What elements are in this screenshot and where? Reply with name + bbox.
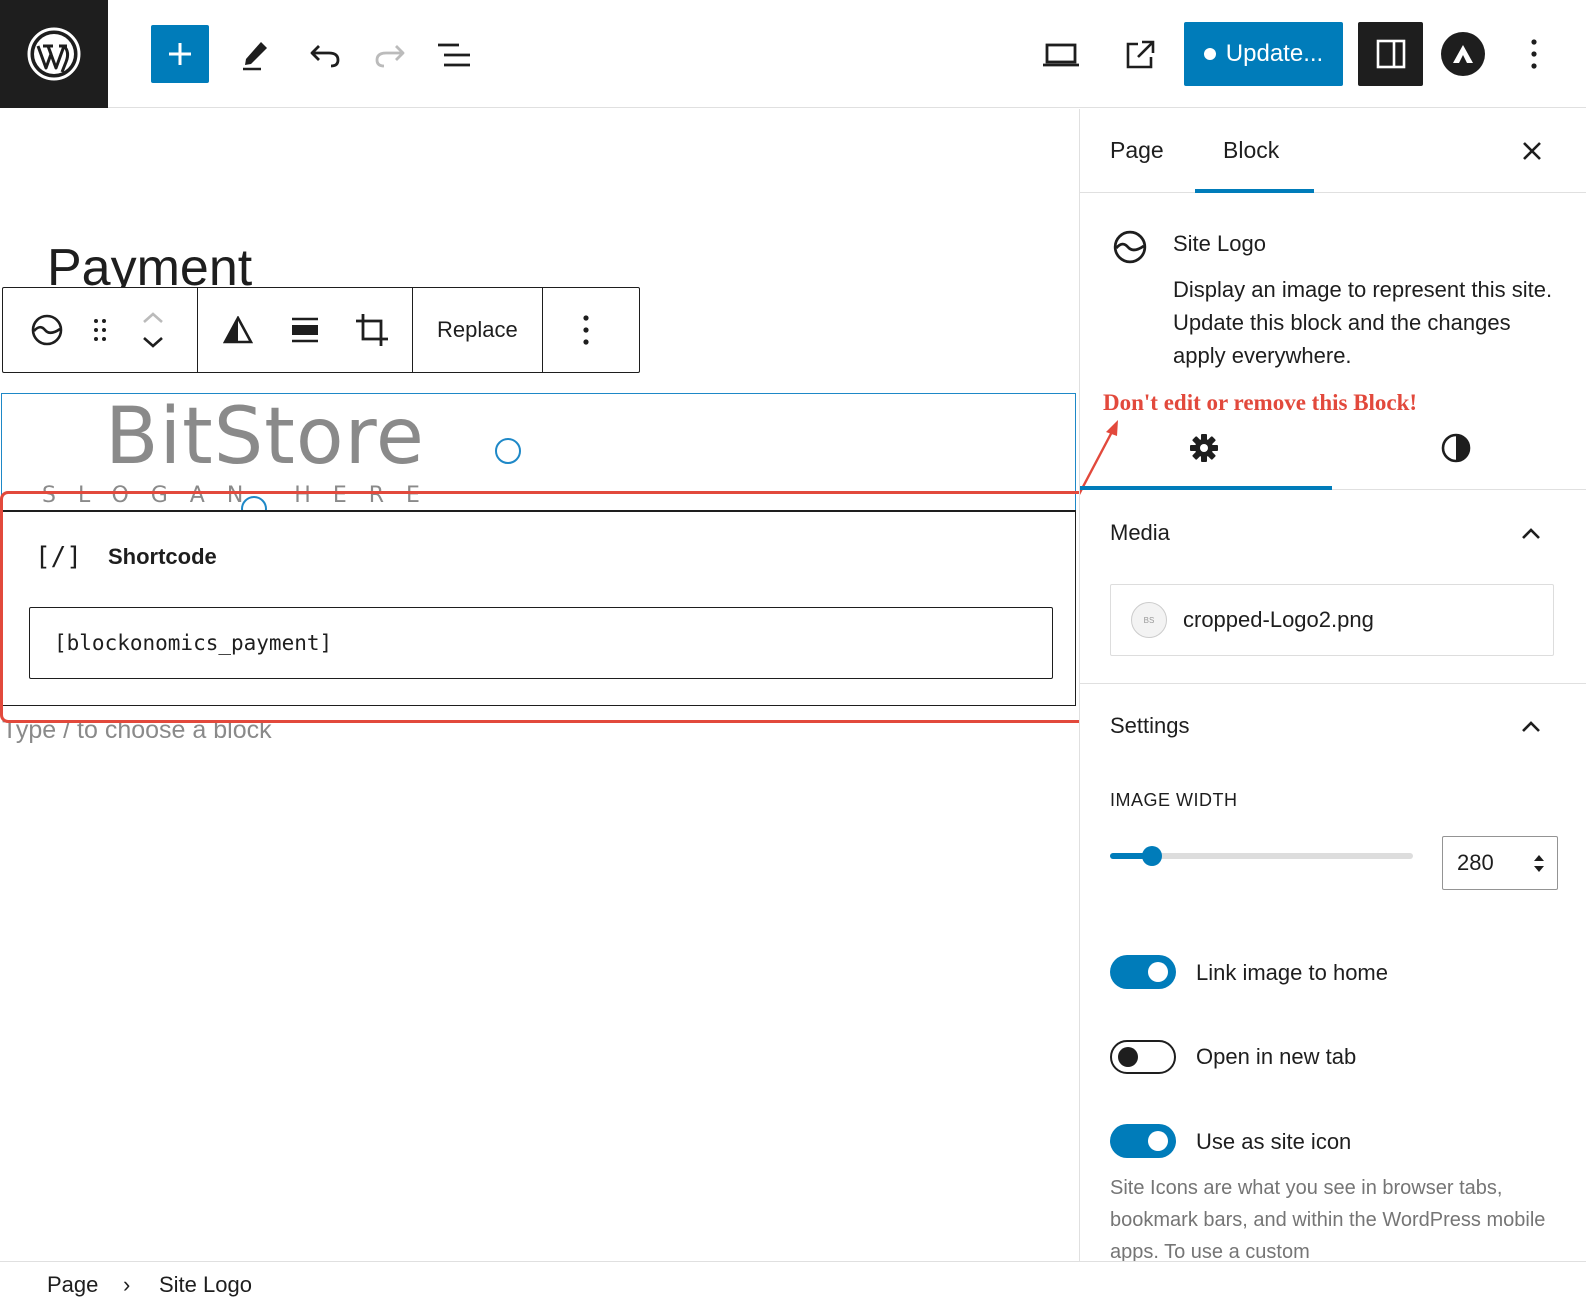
- view-site-button[interactable]: [1118, 33, 1162, 77]
- tab-page[interactable]: Page: [1110, 137, 1164, 164]
- block-card-title: Site Logo: [1173, 231, 1266, 256]
- use-as-site-icon-toggle[interactable]: [1110, 1124, 1176, 1158]
- annotation-highlight-box: [0, 491, 1079, 723]
- image-width-slider[interactable]: [1110, 846, 1413, 866]
- more-vertical-icon: [1531, 39, 1537, 69]
- align-icon: [291, 317, 318, 343]
- link-image-to-home-toggle[interactable]: [1110, 955, 1176, 989]
- saving-indicator: [1203, 48, 1216, 60]
- settings-panel-title[interactable]: Settings: [1110, 713, 1190, 739]
- block-toolbar-group-replace: Replace: [413, 288, 543, 372]
- number-spinner[interactable]: [1533, 854, 1545, 873]
- block-options-button[interactable]: [583, 288, 589, 372]
- image-width-value: 280: [1457, 850, 1494, 875]
- image-width-label: IMAGE WIDTH: [1110, 790, 1238, 810]
- chevron-up-icon[interactable]: [1519, 715, 1543, 739]
- redo-button[interactable]: [370, 35, 410, 75]
- breadcrumb-separator: ›: [123, 1272, 131, 1297]
- toggle-knob: [1148, 962, 1168, 982]
- slider-thumb[interactable]: [1142, 846, 1162, 866]
- list-view-button[interactable]: [434, 35, 474, 75]
- crop-icon: [356, 314, 389, 346]
- settings-sidebar-toggle[interactable]: [1358, 22, 1423, 86]
- device-preview-button[interactable]: [1039, 35, 1083, 75]
- redo-icon: [375, 45, 405, 68]
- site-icon-help-text: Site Icons are what you see in browser t…: [1110, 1177, 1546, 1261]
- align-button[interactable]: [275, 288, 335, 372]
- options-menu-button[interactable]: [1519, 34, 1549, 74]
- external-link-icon: [1126, 40, 1155, 69]
- styles-tab[interactable]: [1440, 432, 1476, 468]
- media-file-name: cropped-Logo2.png: [1183, 607, 1374, 632]
- duotone-button[interactable]: [208, 288, 268, 372]
- list-view-icon: [438, 43, 470, 67]
- chevron-up-icon[interactable]: [1519, 522, 1543, 546]
- update-button[interactable]: Update...: [1184, 22, 1343, 86]
- breadcrumb-item-site-logo[interactable]: Site Logo: [159, 1272, 252, 1298]
- sidebar-icon: [1376, 39, 1405, 69]
- panel-divider: [1080, 683, 1586, 684]
- link-image-to-home-label: Link image to home: [1196, 960, 1388, 985]
- toggle-knob: [1148, 1131, 1168, 1151]
- drag-handle[interactable]: [91, 288, 109, 372]
- replace-button[interactable]: Replace: [413, 288, 542, 372]
- active-subtab-indicator: [1080, 486, 1332, 490]
- editor-header: Update...: [0, 0, 1586, 108]
- sidebar-tabs: Page Block: [1080, 109, 1586, 193]
- wordpress-logo-button[interactable]: [0, 0, 108, 108]
- block-toolbar-group-parent: [3, 288, 198, 372]
- editor-canvas: Payment BitStore SLOGAN HERE Replace [/]…: [0, 109, 1079, 1261]
- open-in-new-tab-toggle[interactable]: [1110, 1040, 1176, 1074]
- site-logo-icon: [31, 314, 63, 346]
- block-breadcrumb: Page › Site Logo: [0, 1261, 1586, 1306]
- breadcrumb-item-page[interactable]: Page: [47, 1272, 98, 1298]
- desktop-icon: [1043, 43, 1079, 67]
- duotone-icon: [222, 316, 253, 344]
- astra-settings-button[interactable]: [1441, 32, 1485, 76]
- block-card-description: Display an image to represent this site.…: [1173, 277, 1553, 368]
- drag-handle-icon: [94, 319, 106, 341]
- media-thumbnail: BS: [1131, 602, 1167, 638]
- site-logo-icon: [1113, 230, 1147, 264]
- spin-down-icon[interactable]: [1533, 865, 1545, 873]
- active-tab-indicator: [1195, 189, 1314, 193]
- media-replace-control[interactable]: BS cropped-Logo2.png: [1110, 584, 1554, 656]
- image-width-input[interactable]: 280: [1442, 836, 1558, 890]
- close-icon: [1523, 142, 1541, 160]
- media-panel-title[interactable]: Media: [1110, 520, 1170, 546]
- annotation-text: Don't edit or remove this Block!: [1103, 390, 1418, 415]
- site-logo-text: BitStore: [105, 392, 425, 482]
- settings-icon: [1190, 434, 1218, 462]
- wordpress-site-editor: Update... Payment BitStore SLOGAN HERE R…: [0, 0, 1586, 1306]
- block-movers: [109, 288, 197, 372]
- block-inserter-button[interactable]: [151, 25, 209, 83]
- settings-sidebar: Page Block Site Logo Display an image to…: [1079, 109, 1586, 1261]
- block-type-button[interactable]: [3, 288, 91, 372]
- more-vertical-icon: [583, 315, 589, 345]
- undo-icon: [310, 45, 340, 68]
- block-toolbar: Replace: [2, 287, 640, 373]
- styles-icon: [1441, 433, 1471, 463]
- block-inspector-tabs: [1080, 414, 1586, 490]
- use-as-site-icon-label: Use as site icon: [1196, 1129, 1352, 1154]
- tab-block[interactable]: Block: [1223, 137, 1279, 164]
- move-down-icon[interactable]: [142, 336, 164, 348]
- move-up-icon[interactable]: [142, 312, 164, 324]
- resize-handle-right[interactable]: [495, 438, 521, 464]
- update-label: Update...: [1225, 40, 1324, 67]
- block-toolbar-group-tools: [198, 288, 413, 372]
- wordpress-logo-icon: [27, 27, 81, 81]
- plus-icon: [169, 43, 191, 65]
- crop-button[interactable]: [342, 288, 402, 372]
- undo-button[interactable]: [305, 35, 345, 75]
- block-toolbar-group-options: [543, 288, 629, 372]
- spin-up-icon[interactable]: [1533, 854, 1545, 862]
- pencil-icon: [243, 42, 267, 71]
- toggle-knob: [1118, 1047, 1138, 1067]
- settings-tab[interactable]: [1188, 432, 1224, 468]
- astra-icon: [1453, 45, 1473, 63]
- close-sidebar-button[interactable]: [1518, 137, 1546, 165]
- open-in-new-tab-label: Open in new tab: [1196, 1044, 1357, 1069]
- tools-button[interactable]: [236, 35, 276, 75]
